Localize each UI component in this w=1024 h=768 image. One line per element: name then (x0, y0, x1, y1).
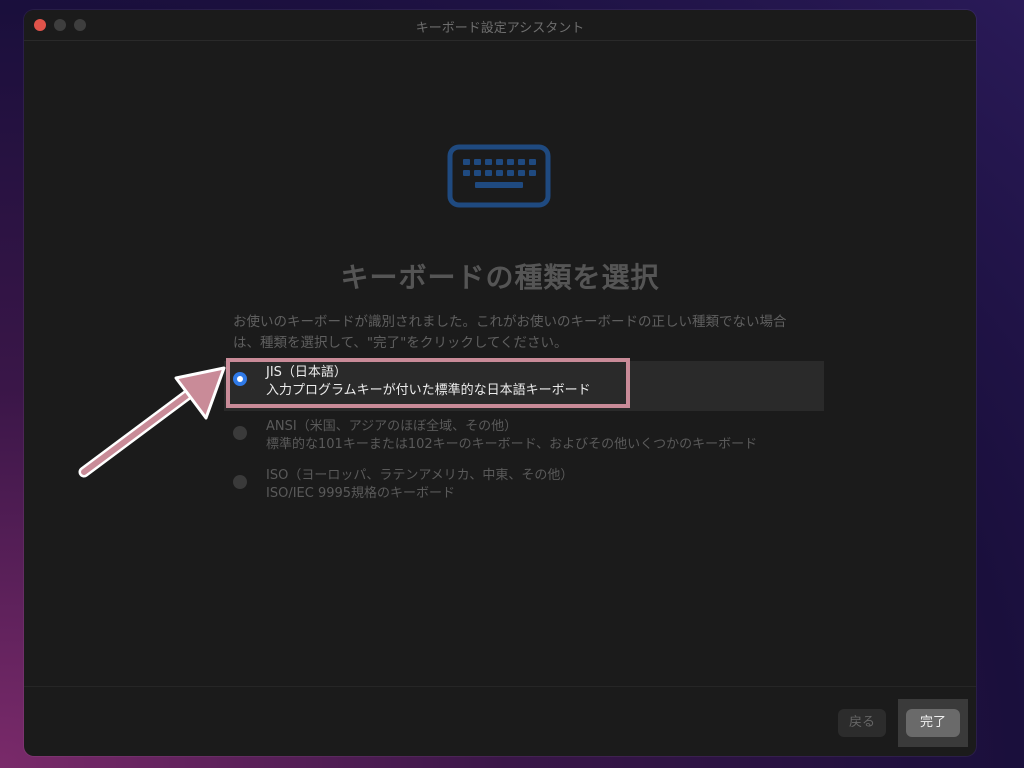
footer-divider (24, 686, 976, 687)
option-jis[interactable]: JIS（日本語） 入力プログラムキーが付いた標準的な日本語キーボード (224, 361, 824, 411)
annotation-arrow-icon (78, 366, 226, 478)
option-title: JIS（日本語） (266, 365, 347, 380)
option-subtitle: ISO/IEC 9995規格のキーボード (266, 486, 456, 501)
radio-iso[interactable] (233, 475, 247, 489)
back-button[interactable]: 戻る (838, 709, 886, 737)
option-subtitle: 標準的な101キーまたは102キーのキーボード、およびその他いくつかのキーボード (266, 437, 758, 452)
option-title: ISO（ヨーロッパ、ラテンアメリカ、中東、その他） (266, 468, 574, 483)
option-ansi[interactable]: ANSI（米国、アジアのほぼ全域、その他） 標準的な101キーまたは102キーの… (224, 415, 824, 465)
title-bar: キーボード設定アシスタント (24, 10, 976, 41)
page-heading: キーボードの種類を選択 (340, 261, 660, 294)
radio-jis[interactable] (233, 372, 247, 386)
assistant-window: キーボード設定アシスタント キーボードの種類を選択 お使いのキーボードが識別され… (24, 10, 976, 756)
option-iso[interactable]: ISO（ヨーロッパ、ラテンアメリカ、中東、その他） ISO/IEC 9995規格… (224, 464, 824, 514)
option-iso-label: ISO（ヨーロッパ、ラテンアメリカ、中東、その他） ISO/IEC 9995規格… (266, 467, 573, 503)
option-jis-label: JIS（日本語） 入力プログラムキーが付いた標準的な日本語キーボード (266, 364, 591, 400)
window-title: キーボード設定アシスタント (415, 21, 585, 36)
keyboard-icon (447, 144, 551, 208)
option-title: ANSI（米国、アジアのほぼ全域、その他） (266, 419, 518, 434)
radio-ansi[interactable] (233, 426, 247, 440)
done-button[interactable]: 完了 (906, 709, 960, 737)
option-subtitle: 入力プログラムキーが付いた標準的な日本語キーボード (266, 383, 591, 398)
description-text: お使いのキーボードが識別されました。これがお使いのキーボードの正しい種類でない場… (233, 314, 787, 351)
option-ansi-label: ANSI（米国、アジアのほぼ全域、その他） 標準的な101キーまたは102キーの… (266, 418, 757, 454)
